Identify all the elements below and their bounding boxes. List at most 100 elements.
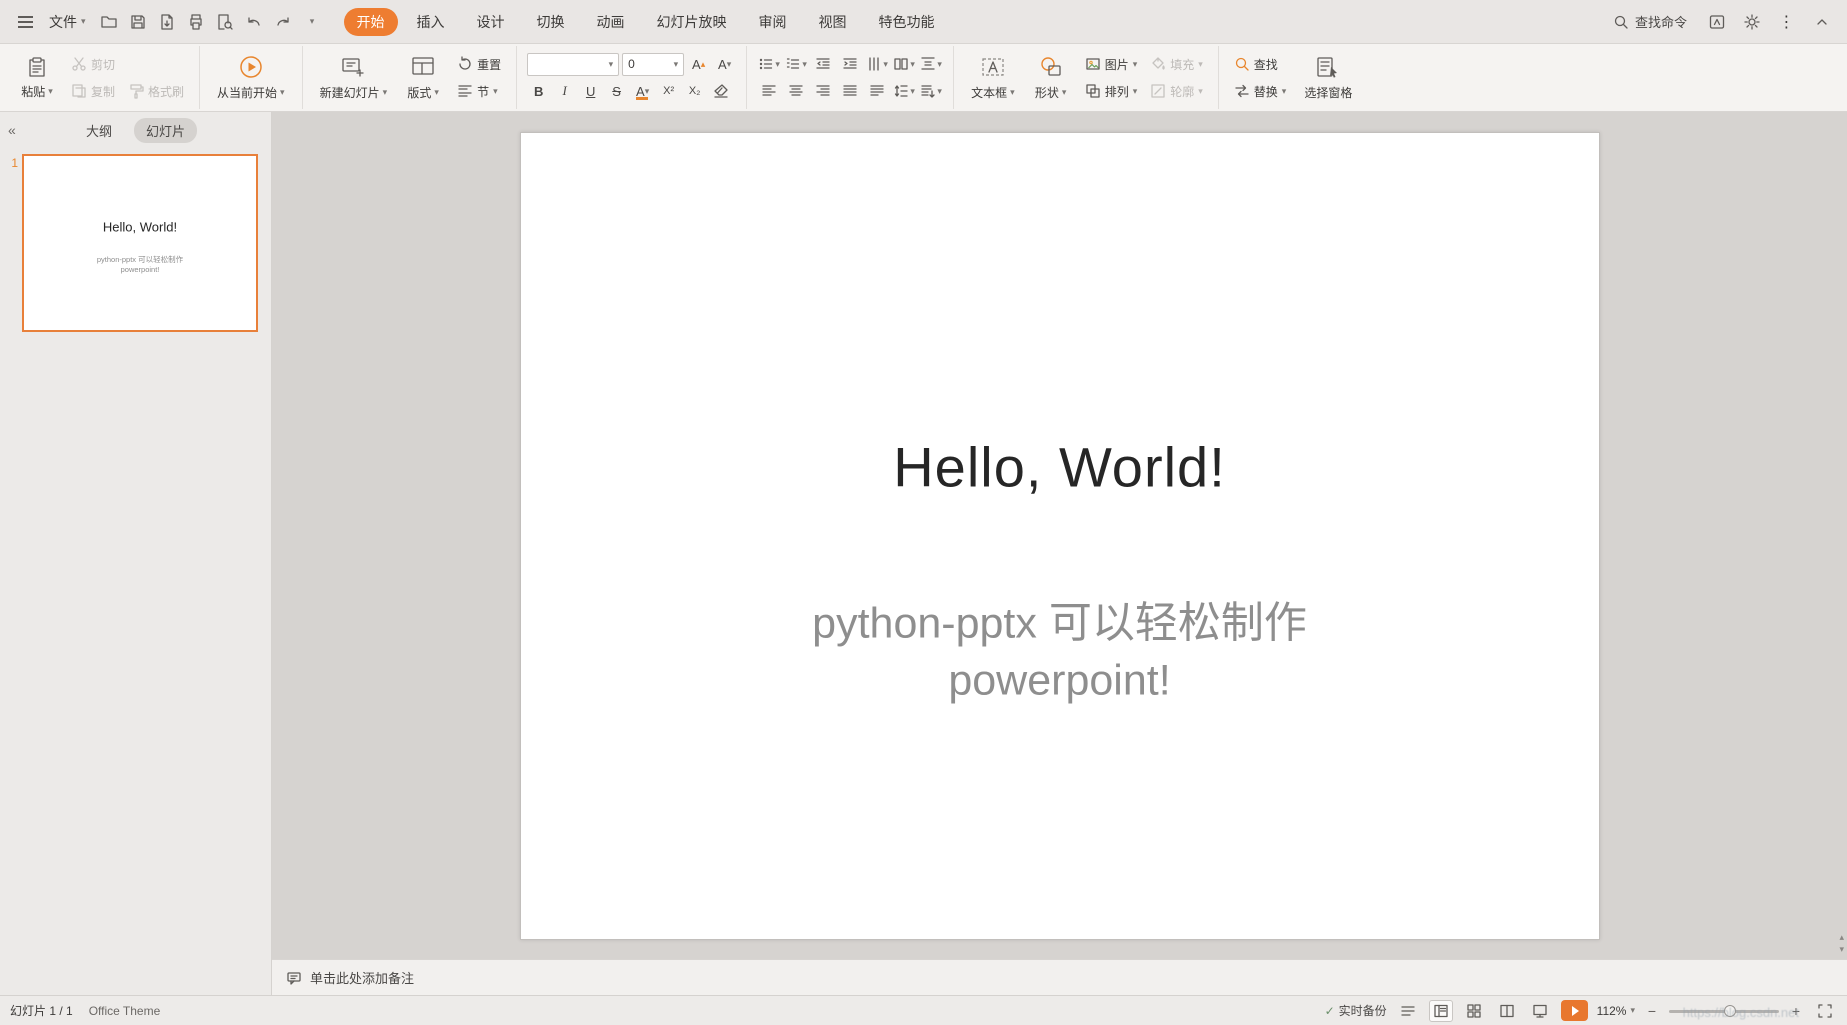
more-options-icon[interactable]: ⋮ — [1773, 8, 1800, 35]
reading-view-button[interactable] — [1495, 1000, 1519, 1022]
find-button[interactable]: 查找 — [1229, 53, 1292, 76]
zoom-level-button[interactable]: 112% ▾ — [1597, 1004, 1635, 1018]
superscript-button[interactable]: X² — [657, 80, 680, 103]
chevron-down-icon: ▾ — [1630, 1005, 1635, 1015]
subscript-button[interactable]: X₂ — [683, 80, 706, 103]
zoom-slider[interactable] — [1669, 1002, 1779, 1020]
tab-view[interactable]: 视图 — [806, 8, 860, 36]
paste-button[interactable]: 粘贴 ▾ — [14, 53, 60, 102]
arrow-up-icon: ▴ — [700, 58, 706, 69]
picture-icon — [1086, 58, 1100, 70]
font-color-button[interactable]: A ▾ — [631, 80, 654, 103]
tab-transition[interactable]: 切换 — [524, 8, 578, 36]
tab-slideshow[interactable]: 幻灯片放映 — [644, 8, 740, 36]
notes-bar[interactable]: 单击此处添加备注 — [272, 959, 1847, 995]
theme-name[interactable]: Office Theme — [89, 1004, 161, 1018]
find-command-button[interactable]: 查找命令 — [1605, 9, 1695, 34]
print-icon[interactable] — [183, 8, 210, 35]
open-file-icon[interactable] — [96, 8, 123, 35]
slide-thumbnail[interactable]: Hello, World! python-pptx 可以轻松制作 powerpo… — [22, 154, 258, 332]
selection-pane-button[interactable]: 选择窗格 — [1297, 52, 1359, 103]
align-left-button[interactable] — [757, 80, 781, 103]
slideshow-play-button[interactable] — [1560, 1000, 1588, 1021]
reset-slide-button[interactable]: 重置 — [452, 53, 506, 76]
export-pdf-icon[interactable] — [154, 8, 181, 35]
copy-button[interactable]: 复制 — [66, 80, 120, 103]
file-menu-button[interactable]: 文件 ▾ — [41, 9, 94, 35]
new-slide-button[interactable]: 新建幻灯片 ▾ — [313, 52, 395, 103]
realtime-backup-toggle[interactable]: ✓ 实时备份 — [1325, 1002, 1387, 1019]
replace-button[interactable]: 替换 ▾ — [1229, 80, 1292, 103]
gear-icon[interactable] — [1738, 8, 1765, 35]
increase-font-size-button[interactable]: A ▴ — [687, 53, 710, 76]
presenter-view-button[interactable] — [1528, 1000, 1552, 1022]
tab-animation[interactable]: 动画 — [584, 8, 638, 36]
tab-design[interactable]: 设计 — [464, 8, 518, 36]
fit-slide-button[interactable] — [1813, 1000, 1837, 1022]
tab-slides[interactable]: 幻灯片 — [134, 117, 198, 143]
decrease-font-size-button[interactable]: A ▾ — [713, 53, 736, 76]
strikethrough-button[interactable]: S — [605, 80, 628, 103]
zoom-in-button[interactable]: + — [1788, 1003, 1804, 1019]
slide-subtitle-text[interactable]: python-pptx 可以轻松制作 powerpoint! — [521, 596, 1599, 710]
hamburger-menu-icon[interactable] — [12, 8, 39, 35]
decrease-indent-button[interactable] — [811, 53, 835, 76]
tab-insert[interactable]: 插入 — [404, 8, 458, 36]
interface-settings-icon[interactable] — [1703, 8, 1730, 35]
shapes-button[interactable]: 形状 ▾ — [1028, 52, 1074, 103]
vertical-align-button[interactable]: ▾ — [919, 53, 943, 76]
text-direction-button[interactable]: ▾ — [865, 53, 889, 76]
chevron-down-icon: ▾ — [493, 85, 498, 96]
increase-indent-button[interactable] — [838, 53, 862, 76]
next-slide-button[interactable]: ▾ — [1839, 944, 1844, 955]
columns-button[interactable]: ▾ — [892, 53, 916, 76]
line-spacing-button[interactable]: ▾ — [892, 80, 916, 103]
bullet-list-button[interactable]: ▾ — [757, 53, 781, 76]
slide-sorter-view-button[interactable] — [1462, 1000, 1486, 1022]
clear-format-button[interactable] — [709, 80, 732, 103]
previous-slide-button[interactable]: ▴ — [1839, 932, 1844, 943]
italic-button[interactable]: I — [553, 80, 576, 103]
undo-icon[interactable] — [241, 8, 268, 35]
collapse-ribbon-icon[interactable] — [1808, 8, 1835, 35]
from-current-slide-button[interactable]: 从当前开始 ▾ — [210, 52, 292, 103]
distribute-button[interactable] — [865, 80, 889, 103]
chevron-down-icon: ▾ — [1198, 58, 1203, 69]
print-preview-icon[interactable] — [212, 8, 239, 35]
justify-button[interactable] — [838, 80, 862, 103]
zoom-out-button[interactable]: − — [1644, 1003, 1660, 1019]
letter-a: A — [692, 56, 701, 72]
align-center-button[interactable] — [784, 80, 808, 103]
font-size-combobox[interactable]: 0 ▾ — [622, 52, 685, 76]
section-button[interactable]: 节 ▾ — [452, 80, 506, 103]
customize-toolbar-icon[interactable]: ▾ — [299, 8, 326, 35]
slide-editor[interactable]: Hello, World! python-pptx 可以轻松制作 powerpo… — [519, 131, 1600, 940]
shape-outline-button[interactable]: 轮廓 ▾ — [1145, 80, 1208, 103]
zoom-slider-thumb[interactable] — [1724, 1004, 1736, 1017]
shapes-icon — [1040, 57, 1061, 76]
cut-button[interactable]: 剪切 — [66, 53, 189, 76]
format-painter-button[interactable]: 格式刷 — [123, 80, 189, 103]
tab-home[interactable]: 开始 — [343, 7, 398, 36]
numbered-list-button[interactable]: ▾ — [784, 53, 808, 76]
normal-view-button[interactable] — [1428, 999, 1453, 1022]
slide-title-text[interactable]: Hello, World! — [521, 434, 1599, 499]
notes-toggle-button[interactable] — [1396, 1000, 1420, 1022]
chevron-down-icon: ▾ — [1132, 85, 1138, 96]
fill-button[interactable]: 填充 ▾ — [1145, 53, 1208, 76]
save-icon[interactable] — [125, 8, 152, 35]
slide-canvas[interactable]: Hello, World! python-pptx 可以轻松制作 powerpo… — [272, 112, 1847, 959]
textbox-button[interactable]: 文本框 ▾ — [964, 52, 1022, 103]
redo-icon[interactable] — [270, 8, 297, 35]
align-right-button[interactable] — [811, 80, 835, 103]
underline-button[interactable]: U — [579, 80, 602, 103]
tab-features[interactable]: 特色功能 — [866, 8, 948, 36]
tab-outline[interactable]: 大纲 — [74, 118, 124, 143]
picture-button[interactable]: 图片 ▾ — [1080, 53, 1143, 76]
font-name-combobox[interactable]: ▾ — [527, 52, 620, 76]
slide-layout-button[interactable]: 版式 ▾ — [400, 52, 446, 103]
paragraph-settings-button[interactable]: ▾ — [919, 80, 943, 103]
arrange-button[interactable]: 排列 ▾ — [1080, 80, 1143, 103]
bold-button[interactable]: B — [527, 80, 550, 103]
tab-review[interactable]: 审阅 — [746, 8, 800, 36]
